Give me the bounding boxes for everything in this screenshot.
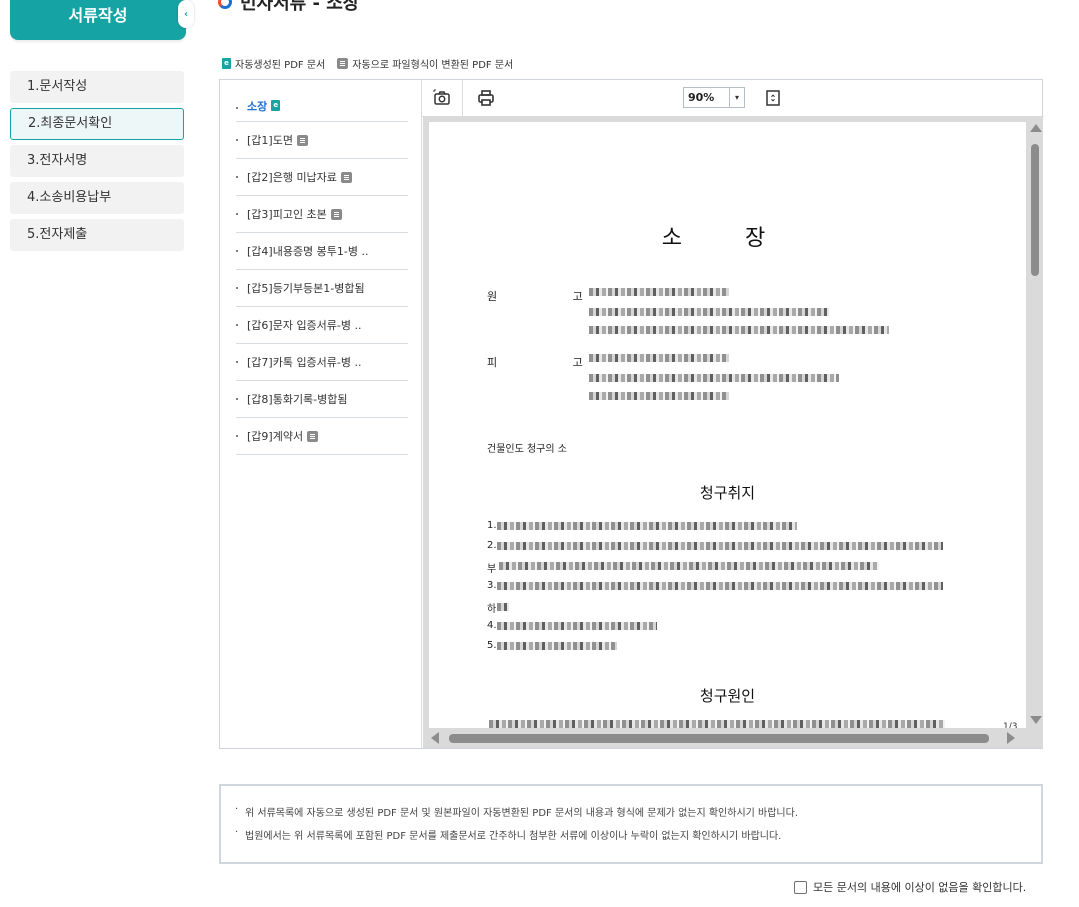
- confirm-checkbox[interactable]: [794, 880, 807, 894]
- document-item-label: [갑7]카톡 입증서류-병 ..: [247, 356, 362, 369]
- document-item[interactable]: [갑3]피고인 초본: [236, 196, 408, 233]
- redacted-text: [497, 603, 509, 611]
- document-item[interactable]: [갑7]카톡 입증서류-병 ..: [236, 344, 408, 381]
- document-heading: 소 장: [661, 226, 794, 251]
- step-item-final-review[interactable]: 2.최종문서확인: [10, 108, 184, 140]
- redacted-text: [489, 720, 945, 728]
- confirm-checkbox-row[interactable]: 모든 문서의 내용에 이상이 없음을 확인합니다.: [794, 879, 1026, 895]
- pdf-page: 소 장 원 고 피 고 건물인도 청구의 소 청구취지 1. 2. 부 3. 하…: [429, 122, 1026, 742]
- notice-box: 위 서류목록에 자동으로 생성된 PDF 문서 및 원본파일이 자동변환된 PD…: [219, 784, 1043, 864]
- document-item-label: [갑8]통화기록-병합됨: [247, 393, 348, 406]
- step-item-e-submission[interactable]: 5.전자제출: [10, 219, 184, 251]
- document-item[interactable]: [갑6]문자 입증서류-병 ..: [236, 307, 408, 344]
- zoom-value: 90%: [688, 91, 715, 104]
- redacted-text: [589, 308, 829, 316]
- document-item-label: [갑1]도면: [247, 134, 293, 147]
- document-item[interactable]: [갑4]내용증명 봉투1-병 ..: [236, 233, 408, 270]
- page-title-text: 민사서류 - 소장: [240, 0, 360, 14]
- document-item-label: [갑9]계약서: [247, 430, 304, 443]
- notice-line: 위 서류목록에 자동으로 생성된 PDF 문서 및 원본파일이 자동변환된 PD…: [235, 804, 1041, 819]
- fit-page-icon: [766, 90, 780, 106]
- chevron-down-icon: ▾: [729, 88, 744, 107]
- vertical-scrollbar[interactable]: [1026, 116, 1043, 728]
- redacted-text: [497, 522, 797, 530]
- scroll-right-icon[interactable]: [1007, 732, 1015, 744]
- document-item-label: [갑3]피고인 초본: [247, 208, 327, 221]
- document-review-panel: 소장 e [갑1]도면 [갑2]은행 미납자료 [갑3]피고인 초본 [갑4]내…: [219, 79, 1044, 749]
- redacted-text: [499, 562, 879, 570]
- case-name: 건물인도 청구의 소: [487, 444, 567, 455]
- auto-pdf-icon: e: [271, 100, 281, 111]
- pdf-canvas[interactable]: 소 장 원 고 피 고 건물인도 청구의 소 청구취지 1. 2. 부 3. 하…: [423, 116, 1043, 748]
- pdf-viewer: 90% ▾ 소 장 원 고 피 고 건물인도 청구의 소 청구취지 1. 2. …: [421, 80, 1044, 748]
- scroll-up-icon[interactable]: [1030, 124, 1042, 132]
- scroll-thumb[interactable]: [1031, 144, 1039, 276]
- legend-auto-pdf-label: 자동생성된 PDF 문서: [235, 60, 326, 71]
- document-item-label: [갑2]은행 미납자료: [247, 171, 337, 184]
- zoom-select[interactable]: 90% ▾: [683, 87, 745, 108]
- document-item[interactable]: 소장 e: [236, 90, 408, 122]
- step-item-e-signature[interactable]: 3.전자서명: [10, 145, 184, 177]
- claim-number: 3.: [487, 580, 497, 591]
- claim-number: 부: [487, 564, 497, 575]
- auto-pdf-icon: e: [222, 58, 231, 69]
- converted-pdf-icon: [307, 430, 319, 442]
- legend-converted-pdf-label: 자동으로 파일형식이 변환된 PDF 문서: [352, 60, 514, 71]
- claim-number: 1.: [487, 520, 497, 531]
- claim-number: 4.: [487, 620, 497, 631]
- redacted-text: [589, 374, 839, 382]
- scroll-down-icon[interactable]: [1030, 716, 1042, 724]
- nav-header-label: 서류작성: [68, 6, 128, 25]
- document-item[interactable]: [갑5]등기부등본1-병합됨: [236, 270, 408, 307]
- scroll-left-icon[interactable]: [431, 732, 439, 744]
- redacted-text: [589, 392, 729, 400]
- camera-icon: [433, 89, 450, 105]
- document-item[interactable]: [갑9]계약서: [236, 418, 408, 455]
- step-item-fee-payment[interactable]: 4.소송비용납부: [10, 182, 184, 214]
- document-item[interactable]: [갑1]도면: [236, 122, 408, 159]
- document-item[interactable]: [갑2]은행 미납자료: [236, 159, 408, 196]
- converted-pdf-icon: [340, 171, 352, 183]
- claim-number: 5.: [487, 640, 497, 651]
- document-item-label: [갑4]내용증명 봉투1-병 ..: [247, 245, 369, 258]
- fit-page-button[interactable]: [761, 86, 785, 110]
- redacted-text: [497, 542, 943, 550]
- redacted-text: [497, 622, 657, 630]
- print-button[interactable]: [474, 86, 498, 110]
- redacted-text: [589, 326, 889, 334]
- confirm-label: 모든 문서의 내용에 이상이 없음을 확인합니다.: [813, 881, 1027, 894]
- document-item-label: [갑6]문자 입증서류-병 ..: [247, 319, 362, 332]
- horizontal-scrollbar[interactable]: [423, 728, 1043, 748]
- step-item-document-writing[interactable]: 1.문서작성: [10, 71, 184, 103]
- nav-header: 서류작성 ‹: [10, 0, 194, 40]
- document-item[interactable]: [갑8]통화기록-병합됨: [236, 381, 408, 418]
- redacted-text: [589, 354, 729, 362]
- converted-pdf-icon: [337, 58, 349, 69]
- notice-line: 법원에서는 위 서류목록에 포함된 PDF 문서를 제출문서로 간주하니 첨부한…: [235, 827, 1041, 842]
- legend: e 자동생성된 PDF 문서 자동으로 파일형식이 변환된 PDF 문서: [222, 56, 513, 71]
- document-item-label: 소장: [247, 99, 268, 113]
- collapse-nav-button[interactable]: ‹: [178, 0, 194, 28]
- legend-converted-pdf: 자동으로 파일형식이 변환된 PDF 문서: [337, 56, 513, 71]
- printer-icon: [478, 90, 494, 106]
- claim-number: 하: [487, 604, 497, 615]
- title-bullet-icon: [218, 0, 232, 9]
- cause-heading: 청구원인: [699, 687, 756, 705]
- step-list: 1.문서작성 2.최종문서확인 3.전자서명 4.소송비용납부 5.전자제출: [10, 71, 184, 256]
- converted-pdf-icon: [330, 208, 342, 220]
- claim-number: 2.: [487, 540, 497, 551]
- legend-auto-pdf: e 자동생성된 PDF 문서: [222, 56, 325, 71]
- scroll-thumb[interactable]: [449, 734, 989, 743]
- redacted-text: [497, 582, 943, 590]
- document-list: 소장 e [갑1]도면 [갑2]은행 미납자료 [갑3]피고인 초본 [갑4]내…: [236, 90, 408, 455]
- page-title: 민사서류 - 소장: [218, 0, 359, 15]
- converted-pdf-icon: [296, 134, 308, 146]
- claim-heading: 청구취지: [699, 484, 756, 502]
- redacted-text: [497, 642, 617, 650]
- redacted-text: [589, 288, 729, 296]
- viewer-toolbar: 90% ▾: [422, 80, 1044, 117]
- snapshot-button[interactable]: [430, 86, 454, 110]
- toolbar-divider: [462, 80, 463, 116]
- document-item-label: [갑5]등기부등본1-병합됨: [247, 282, 365, 295]
